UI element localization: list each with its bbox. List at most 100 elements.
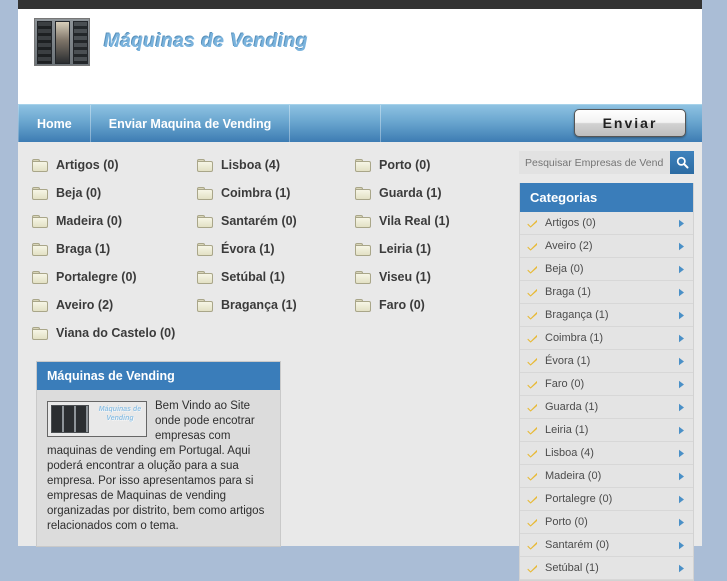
folder-icon [32, 242, 48, 256]
chevron-right-icon [678, 403, 685, 412]
category-item[interactable]: Santarém (0) [520, 534, 693, 557]
categories-panel: Categorias Artigos (0) Aveiro (2) Beja (… [519, 183, 694, 581]
check-icon [527, 518, 538, 527]
welcome-thumbnail-label: Máquinas de Vending [98, 406, 142, 422]
category-item[interactable]: Setúbal (1) [520, 557, 693, 580]
chevron-right-icon [678, 380, 685, 389]
category-label: Portalegre (0) [545, 493, 613, 505]
folder-label: Viseu (1) [379, 270, 431, 284]
search-bar [519, 151, 694, 174]
category-item[interactable]: Lisboa (4) [520, 442, 693, 465]
category-item[interactable]: Portalegre (0) [520, 488, 693, 511]
sidebar: Categorias Artigos (0) Aveiro (2) Beja (… [519, 142, 694, 581]
site-logo[interactable]: Máquinas de Vending [34, 18, 308, 66]
folder-item[interactable]: Madeira (0) [28, 207, 193, 235]
site-header: Máquinas de Vending [18, 9, 702, 104]
chevron-right-icon [678, 242, 685, 251]
content-area: Artigos (0) Lisboa (4) Porto (0) Beja (0… [18, 142, 702, 581]
category-item[interactable]: Beja (0) [520, 258, 693, 281]
category-item[interactable]: Aveiro (2) [520, 235, 693, 258]
folder-icon [197, 214, 213, 228]
folder-item[interactable]: Leiria (1) [351, 235, 516, 263]
welcome-panel-body: Máquinas de Vending Bem Vindo ao Site on… [37, 390, 280, 546]
category-item[interactable]: Faro (0) [520, 373, 693, 396]
category-label: Porto (0) [545, 516, 588, 528]
submit-button[interactable]: Enviar [574, 109, 686, 137]
folder-item[interactable]: Viana do Castelo (0) [28, 319, 193, 347]
folder-icon [32, 158, 48, 172]
category-item[interactable]: Artigos (0) [520, 212, 693, 235]
folder-icon [197, 298, 213, 312]
chevron-right-icon [678, 288, 685, 297]
folder-icon [32, 326, 48, 340]
chevron-right-icon [678, 518, 685, 527]
check-icon [527, 311, 538, 320]
folder-label: Porto (0) [379, 158, 431, 172]
check-icon [527, 495, 538, 504]
category-label: Évora (1) [545, 355, 591, 367]
folder-label: Braga (1) [56, 242, 111, 256]
folder-icon [355, 158, 371, 172]
check-icon [527, 334, 538, 343]
category-label: Braga (1) [545, 286, 591, 298]
folder-label: Guarda (1) [379, 186, 442, 200]
nav-item-home[interactable]: Home [18, 105, 91, 142]
folder-item[interactable]: Bragança (1) [193, 291, 351, 319]
folder-item[interactable]: Artigos (0) [28, 151, 193, 179]
folder-label: Setúbal (1) [221, 270, 285, 284]
folder-item[interactable]: Portalegre (0) [28, 263, 193, 291]
folder-label: Coimbra (1) [221, 186, 291, 200]
top-accent-bar [18, 0, 702, 9]
chevron-right-icon [678, 357, 685, 366]
folder-label: Lisboa (4) [221, 158, 281, 172]
category-item[interactable]: Porto (0) [520, 511, 693, 534]
folder-item[interactable]: Santarém (0) [193, 207, 351, 235]
folder-item[interactable]: Braga (1) [28, 235, 193, 263]
folder-item[interactable]: Faro (0) [351, 291, 516, 319]
check-icon [527, 265, 538, 274]
district-folder-grid: Artigos (0) Lisboa (4) Porto (0) Beja (0… [28, 142, 523, 347]
category-item[interactable]: Leiria (1) [520, 419, 693, 442]
check-icon [527, 242, 538, 251]
category-label: Guarda (1) [545, 401, 599, 413]
page-container: Máquinas de Vending Home Enviar Maquina … [18, 0, 702, 581]
category-item[interactable]: Bragança (1) [520, 304, 693, 327]
search-button[interactable] [670, 151, 694, 174]
check-icon [527, 426, 538, 435]
folder-icon [32, 186, 48, 200]
welcome-panel: Máquinas de Vending Máquinas de Vending … [36, 361, 281, 547]
folder-icon [355, 270, 371, 284]
category-label: Santarém (0) [545, 539, 610, 551]
folder-item[interactable]: Coimbra (1) [193, 179, 351, 207]
folder-label: Faro (0) [379, 298, 425, 312]
folder-label: Portalegre (0) [56, 270, 137, 284]
folder-label: Artigos (0) [56, 158, 119, 172]
chevron-right-icon [678, 449, 685, 458]
category-label: Faro (0) [545, 378, 585, 390]
category-item[interactable]: Évora (1) [520, 350, 693, 373]
category-item[interactable]: Guarda (1) [520, 396, 693, 419]
category-item[interactable]: Coimbra (1) [520, 327, 693, 350]
chevron-right-icon [678, 219, 685, 228]
category-item[interactable]: Braga (1) [520, 281, 693, 304]
check-icon [527, 472, 538, 481]
check-icon [527, 288, 538, 297]
nav-item-enviar-maquina[interactable]: Enviar Maquina de Vending [91, 105, 291, 142]
folder-item[interactable]: Porto (0) [351, 151, 516, 179]
folder-item[interactable]: Vila Real (1) [351, 207, 516, 235]
folder-item[interactable]: Évora (1) [193, 235, 351, 263]
folder-icon [355, 298, 371, 312]
folder-item[interactable]: Aveiro (2) [28, 291, 193, 319]
categories-title: Categorias [520, 183, 693, 212]
search-input[interactable] [519, 151, 670, 174]
vending-machine-image-icon [34, 18, 90, 66]
folder-item[interactable]: Lisboa (4) [193, 151, 351, 179]
folder-item[interactable]: Setúbal (1) [193, 263, 351, 291]
folder-label: Madeira (0) [56, 214, 122, 228]
folder-item[interactable]: Viseu (1) [351, 263, 516, 291]
folder-item[interactable]: Beja (0) [28, 179, 193, 207]
category-label: Bragança (1) [545, 309, 609, 321]
folder-item[interactable]: Guarda (1) [351, 179, 516, 207]
category-item[interactable]: Madeira (0) [520, 465, 693, 488]
folder-icon [32, 214, 48, 228]
